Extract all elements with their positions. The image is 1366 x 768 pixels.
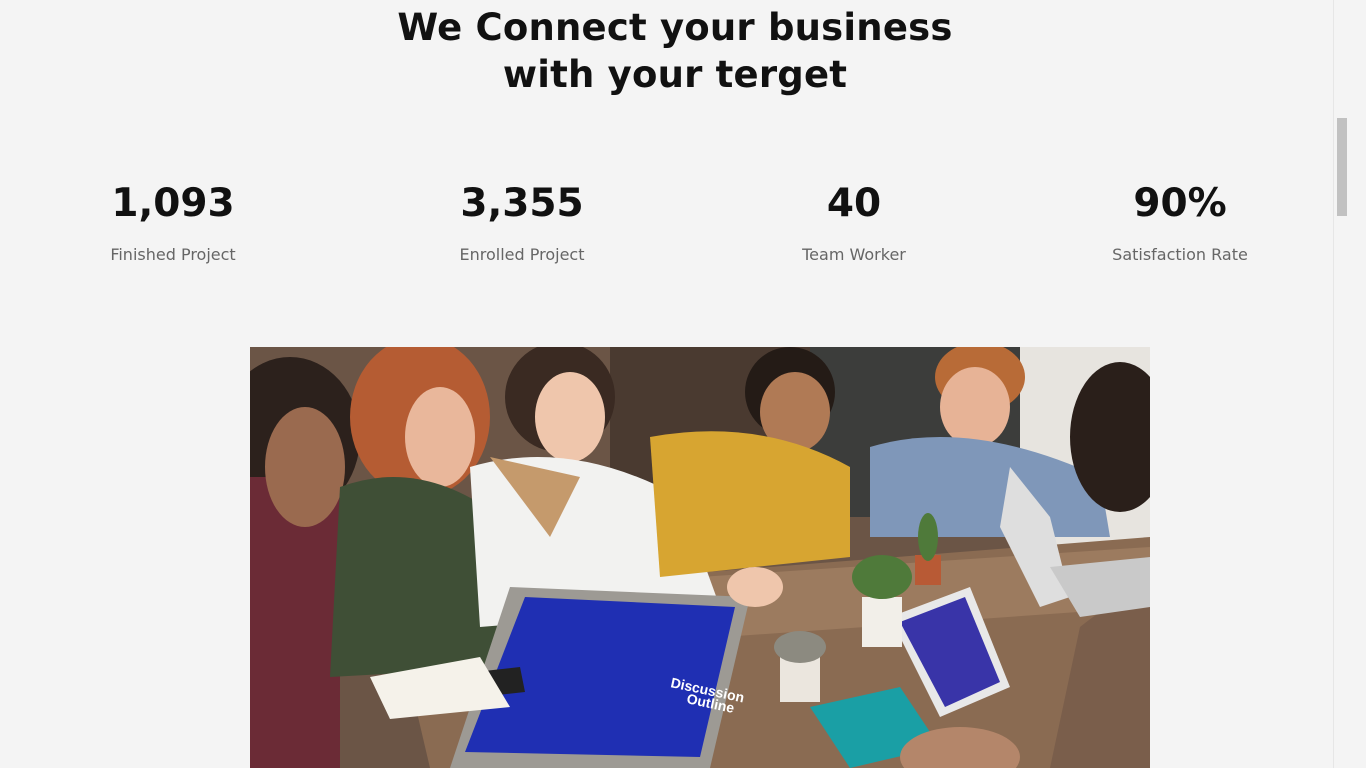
stat-satisfaction-rate: 90% Satisfaction Rate bbox=[1060, 178, 1300, 266]
stat-label: Satisfaction Rate bbox=[1112, 245, 1248, 264]
stat-team-worker: 40 Team Worker bbox=[734, 178, 974, 266]
stat-value: 90% bbox=[1133, 181, 1227, 226]
team-meeting-photo: Discussion Outline bbox=[250, 347, 1150, 768]
stat-enrolled-project: 3,355 Enrolled Project bbox=[402, 178, 642, 266]
heading-line-2: with your terget bbox=[502, 53, 848, 96]
section-heading: We Connect your business with your terge… bbox=[0, 4, 1350, 98]
vertical-scrollbar[interactable] bbox=[1333, 0, 1350, 768]
heading-line-1: We Connect your business bbox=[397, 6, 953, 49]
stat-value: 3,355 bbox=[460, 181, 584, 226]
stat-label: Team Worker bbox=[802, 245, 906, 264]
page: We Connect your business with your terge… bbox=[0, 0, 1350, 768]
stat-value: 40 bbox=[826, 181, 882, 226]
stat-label: Finished Project bbox=[110, 245, 236, 264]
stat-label: Enrolled Project bbox=[459, 245, 585, 264]
stat-value: 1,093 bbox=[111, 181, 235, 226]
scrollbar-thumb[interactable] bbox=[1337, 118, 1347, 216]
stat-finished-project: 1,093 Finished Project bbox=[53, 178, 293, 266]
